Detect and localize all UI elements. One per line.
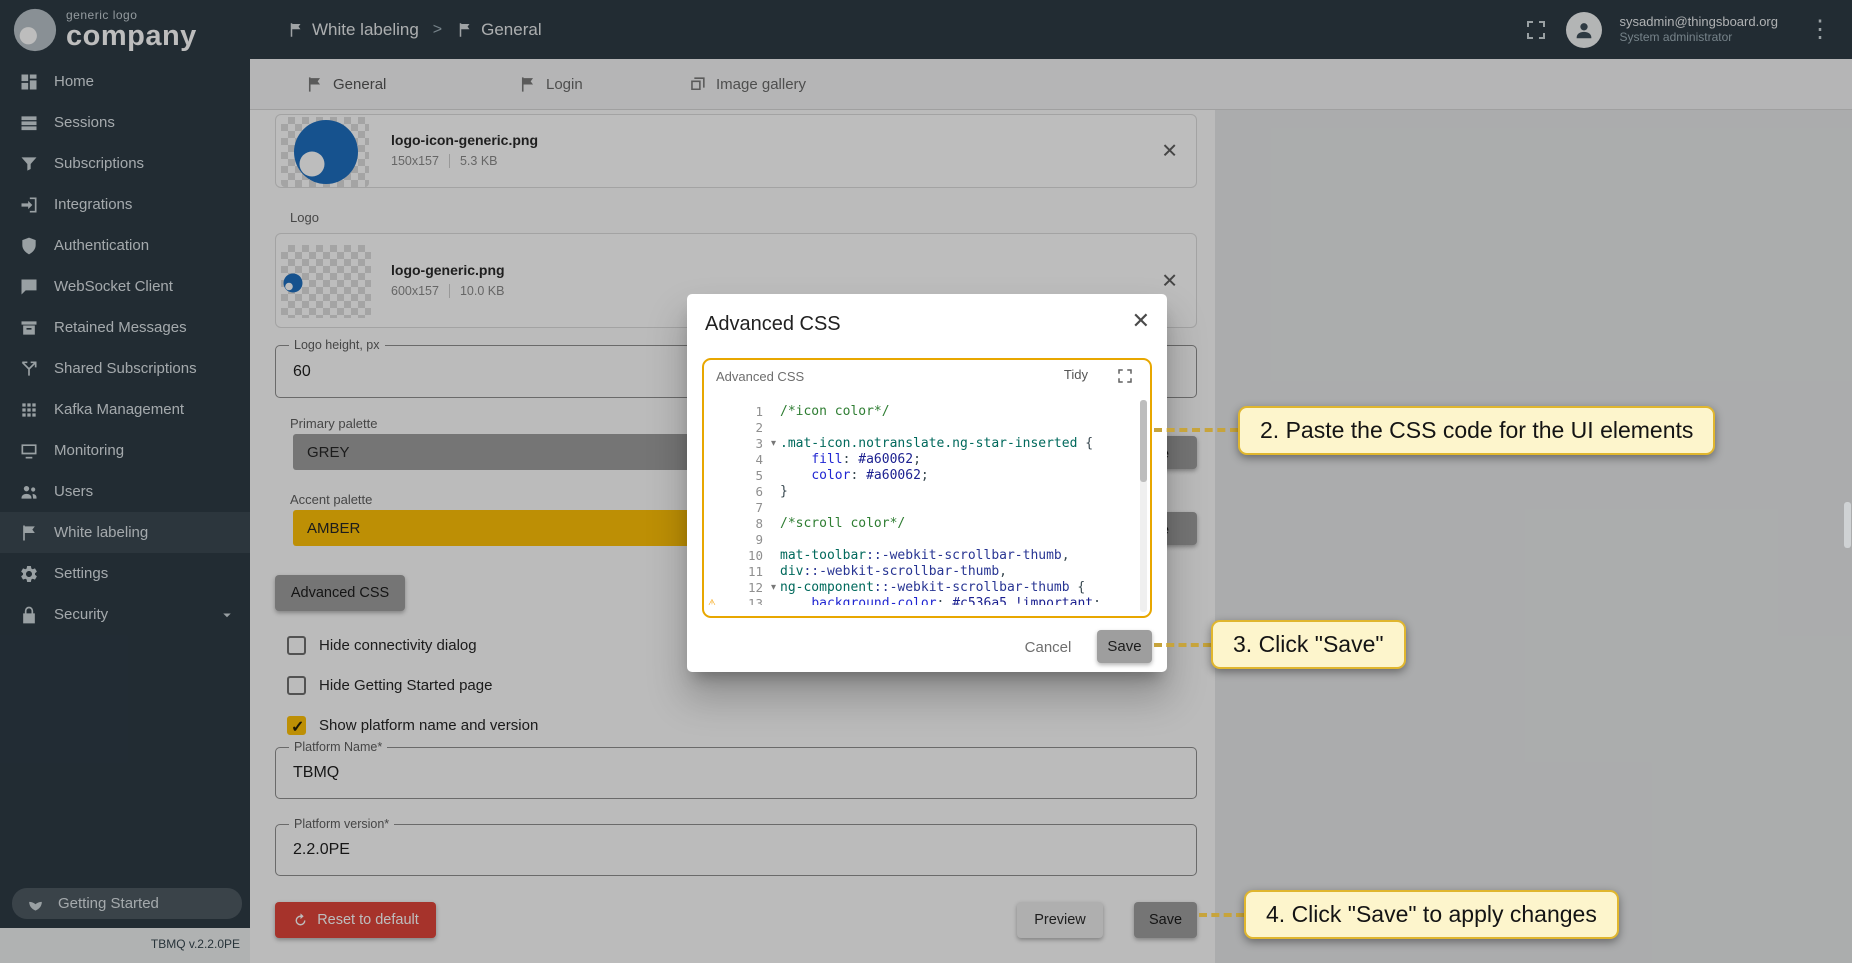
code-viewport[interactable]: 123▾456789101112▾13⚠ /*icon color*/.mat-… — [704, 398, 1140, 605]
css-editor[interactable]: Advanced CSS Tidy 123▾456789101112▾13⚠ /… — [702, 358, 1152, 618]
dialog-title: Advanced CSS — [705, 313, 841, 336]
advanced-css-dialog: Advanced CSS ✕ Advanced CSS Tidy 123▾456… — [687, 294, 1167, 672]
page-scrollbar-thumb[interactable] — [1844, 502, 1851, 548]
tidy-button[interactable]: Tidy — [1064, 367, 1088, 382]
annotation-connector — [1154, 643, 1211, 647]
cancel-button[interactable]: Cancel — [1017, 633, 1079, 661]
close-icon[interactable]: ✕ — [1132, 310, 1150, 332]
annotation-connector — [1199, 913, 1244, 917]
annotation-step-4: 4. Click "Save" to apply changes — [1244, 890, 1619, 939]
editor-label: Advanced CSS — [716, 369, 804, 384]
modal-save-button[interactable]: Save — [1097, 630, 1152, 663]
editor-code[interactable]: /*icon color*/.mat-icon.notranslate.ng-s… — [780, 398, 1140, 605]
annotation-step-3: 3. Click "Save" — [1211, 620, 1406, 669]
editor-scrollbar-track — [1140, 400, 1147, 612]
editor-gutter: 123▾456789101112▾13⚠ — [704, 398, 780, 605]
editor-scrollbar-thumb[interactable] — [1140, 400, 1147, 482]
app-root: generic logo company White labeling > Ge… — [0, 0, 1852, 963]
annotation-connector — [1154, 428, 1238, 432]
editor-fullscreen-icon[interactable] — [1116, 367, 1134, 385]
annotation-step-2: 2. Paste the CSS code for the UI element… — [1238, 406, 1715, 455]
